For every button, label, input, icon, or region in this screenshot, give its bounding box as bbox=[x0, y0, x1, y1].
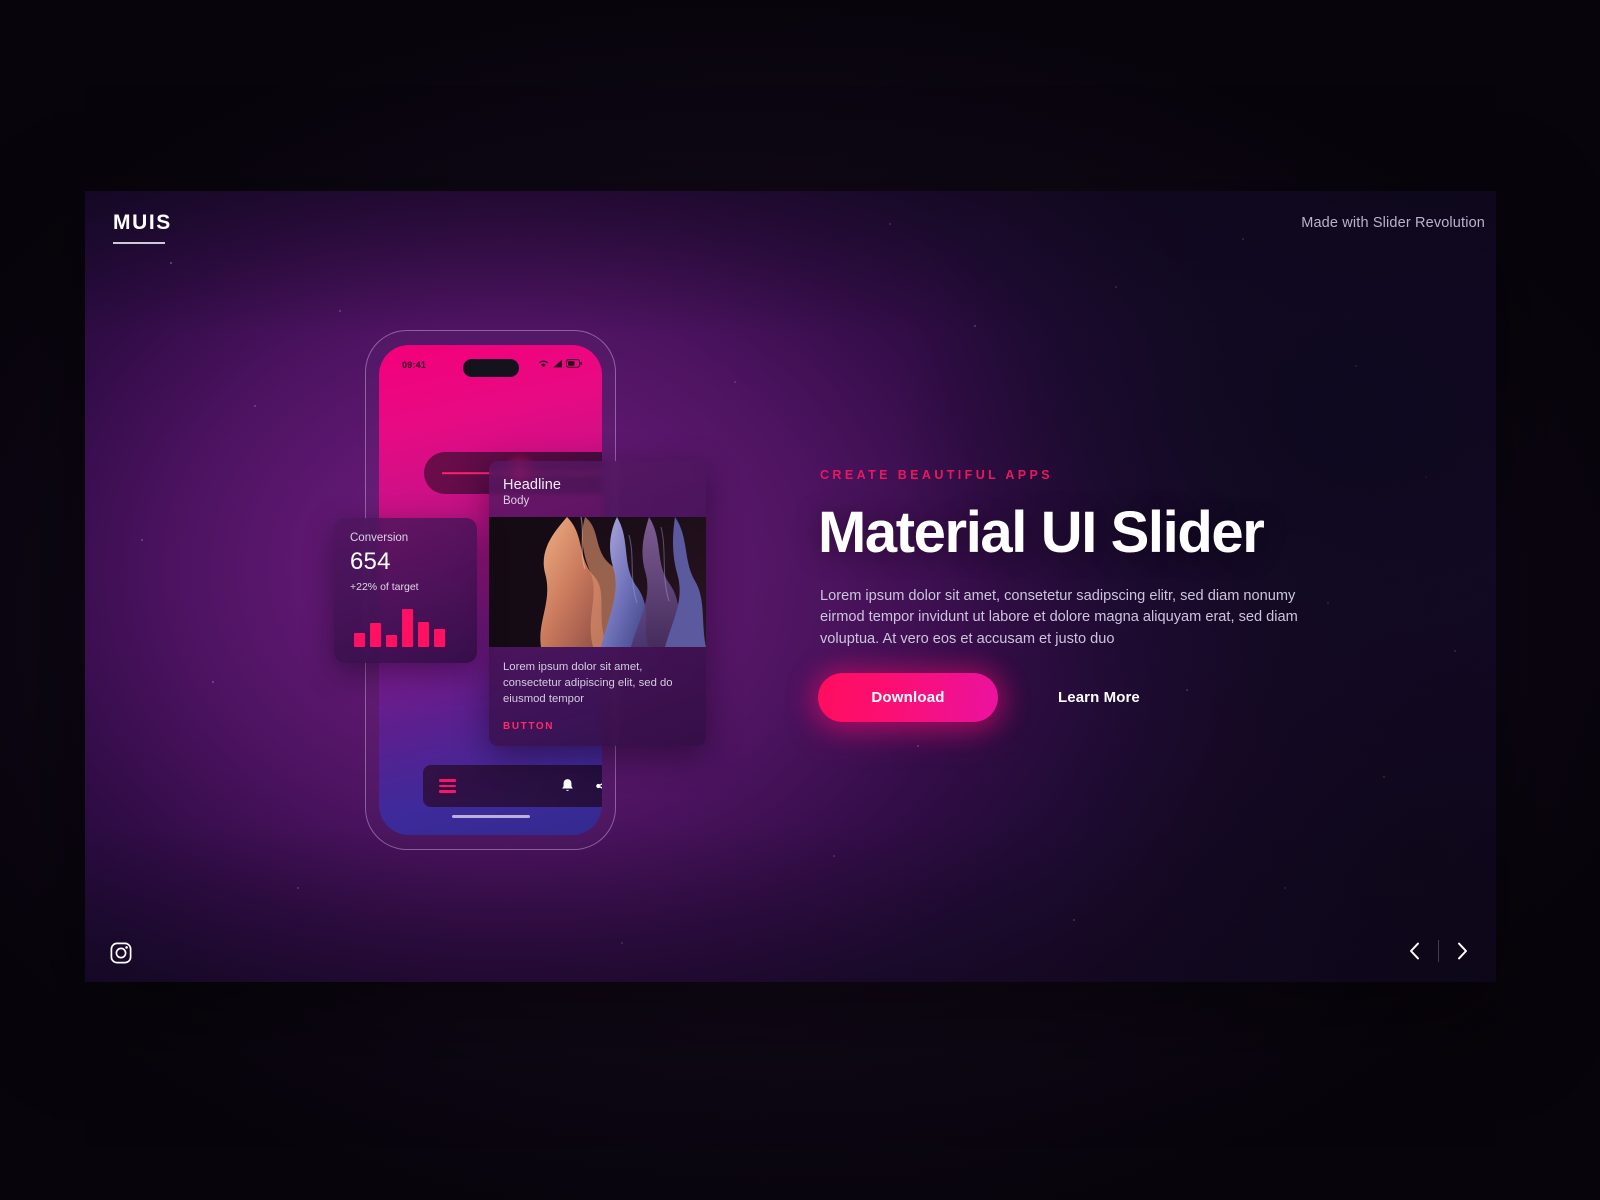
hamburger-icon[interactable] bbox=[439, 779, 456, 793]
chevron-left-icon bbox=[1410, 942, 1419, 960]
hero-eyebrow: CREATE BEAUTIFUL APPS bbox=[820, 468, 1053, 482]
battery-icon bbox=[566, 359, 582, 368]
brand-logo[interactable]: MUIS bbox=[113, 211, 172, 242]
page-root: MUIS Made with Slider Revolution 09:41 H… bbox=[0, 0, 1600, 1200]
wifi-icon bbox=[539, 360, 548, 368]
status-bar-time: 09:41 bbox=[402, 360, 427, 370]
brand-underline bbox=[113, 242, 165, 244]
share-icon[interactable] bbox=[595, 778, 602, 794]
material-card-body: Lorem ipsum dolor sit amet, consectetur … bbox=[489, 647, 706, 707]
hero-paragraph: Lorem ipsum dolor sit amet, consetetur s… bbox=[820, 588, 1298, 647]
bar-1 bbox=[354, 633, 365, 647]
canyon-photo bbox=[489, 517, 706, 647]
stat-card-subtext: +22% of target bbox=[350, 581, 419, 593]
bar-6 bbox=[434, 629, 445, 647]
status-bar-icons bbox=[538, 359, 582, 368]
material-card-paragraph: Lorem ipsum dolor sit amet, consectetur … bbox=[503, 661, 673, 706]
next-slide-button[interactable] bbox=[1439, 940, 1486, 962]
bar-3 bbox=[386, 635, 397, 647]
bar-5 bbox=[418, 622, 429, 647]
material-card: Headline Body Lorem ipsum dolor sit amet… bbox=[489, 461, 706, 746]
learn-more-button[interactable]: Learn More bbox=[1058, 689, 1140, 706]
download-button[interactable]: Download bbox=[818, 673, 998, 722]
bottom-app-bar bbox=[423, 765, 602, 807]
material-card-subhead: Body bbox=[503, 495, 530, 507]
made-with-credit: Made with Slider Revolution bbox=[1301, 215, 1485, 231]
conversion-stat-card: Conversion 654 +22% of target bbox=[334, 518, 477, 663]
bell-icon[interactable] bbox=[560, 778, 575, 794]
stat-card-label: Conversion bbox=[350, 532, 409, 544]
home-indicator bbox=[451, 815, 530, 818]
prev-slide-button[interactable] bbox=[1391, 940, 1438, 962]
bar-2 bbox=[370, 623, 381, 647]
stat-card-value: 654 bbox=[350, 548, 391, 575]
dynamic-island bbox=[462, 359, 519, 377]
stat-card-bar-chart bbox=[354, 605, 445, 647]
signal-icon bbox=[553, 359, 562, 368]
bar-4 bbox=[402, 609, 413, 647]
material-card-headline: Headline bbox=[503, 477, 562, 493]
material-card-header: Headline Body bbox=[489, 461, 706, 517]
app-bar-actions bbox=[560, 778, 602, 794]
page-title: Material UI Slider bbox=[818, 500, 1265, 565]
cta-row: Download Learn More bbox=[818, 673, 1140, 722]
material-card-image bbox=[489, 517, 706, 647]
slider-navigation bbox=[1391, 940, 1486, 962]
chevron-right-icon bbox=[1458, 942, 1467, 960]
instagram-icon[interactable] bbox=[110, 942, 132, 964]
material-card-button[interactable]: BUTTON bbox=[503, 721, 692, 732]
